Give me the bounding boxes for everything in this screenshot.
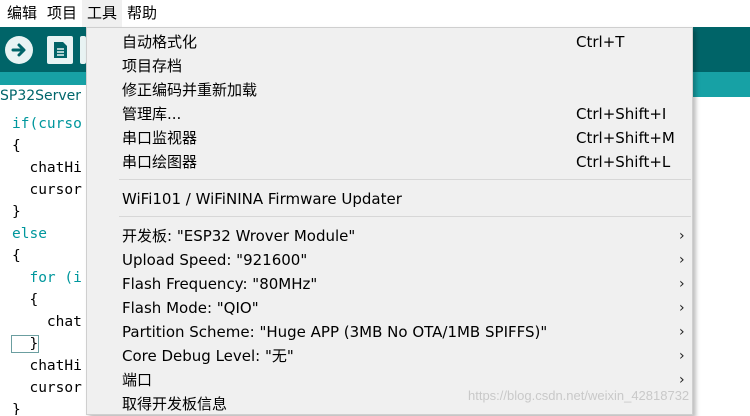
menu-help[interactable]: 帮助 xyxy=(122,0,162,27)
code-editor[interactable]: if(curso { chatHi cursor } else { for (i… xyxy=(0,108,90,415)
code-line: } xyxy=(10,335,40,353)
toolbar-right xyxy=(693,27,750,97)
menu-item-auto-format[interactable]: 自动格式化 Ctrl+T xyxy=(87,30,692,54)
menu-item-board[interactable]: 开发板: "ESP32 Wrover Module" › xyxy=(87,224,692,248)
shortcut-label: Ctrl+T xyxy=(576,33,625,51)
code-line: } xyxy=(12,204,21,220)
upload-button[interactable] xyxy=(5,36,33,64)
chevron-right-icon: › xyxy=(679,324,685,340)
arrow-right-icon xyxy=(11,43,26,57)
code-line: cursor xyxy=(12,182,82,198)
menu-item-upload-speed[interactable]: Upload Speed: "921600" › xyxy=(87,248,692,272)
shortcut-label: Ctrl+Shift+M xyxy=(576,129,675,147)
chevron-right-icon: › xyxy=(679,276,685,292)
new-sketch-button[interactable] xyxy=(47,36,73,64)
tools-dropdown-menu: 自动格式化 Ctrl+T 项目存档 修正编码并重新加载 管理库... Ctrl+… xyxy=(86,27,693,415)
menu-item-core-debug-level[interactable]: Core Debug Level: "无" › xyxy=(87,344,692,368)
menu-item-archive-sketch[interactable]: 项目存档 xyxy=(87,54,692,78)
shortcut-label: Ctrl+Shift+L xyxy=(576,153,671,171)
code-line: chatHi xyxy=(12,358,82,374)
chevron-right-icon: › xyxy=(679,228,685,244)
menu-separator xyxy=(119,216,691,217)
menu-tools[interactable]: 工具 xyxy=(82,0,123,27)
code-line: if(curso xyxy=(12,116,82,132)
code-line: } xyxy=(12,402,21,415)
code-line: for (i xyxy=(12,270,82,286)
tab-sketch[interactable]: SP32Server xyxy=(0,85,90,108)
code-line: chat xyxy=(12,314,82,330)
chevron-right-icon: › xyxy=(679,252,685,268)
menu-item-flash-frequency[interactable]: Flash Frequency: "80MHz" › xyxy=(87,272,692,296)
code-line: { xyxy=(12,138,21,154)
chevron-right-icon: › xyxy=(679,348,685,364)
code-line: cursor xyxy=(12,380,82,396)
code-line: chatHi xyxy=(12,160,82,176)
code-line: else xyxy=(12,226,47,242)
watermark: https://blog.csdn.net/weixin_42818732 xyxy=(468,388,690,403)
menu-edit[interactable]: 编辑 xyxy=(0,0,42,27)
menu-bar: 编辑 项目 工具 帮助 xyxy=(0,0,750,27)
code-line: { xyxy=(12,292,39,308)
shortcut-label: Ctrl+Shift+I xyxy=(576,105,667,123)
menu-item-flash-mode[interactable]: Flash Mode: "QIO" › xyxy=(87,296,692,320)
menu-item-partition-scheme[interactable]: Partition Scheme: "Huge APP (3MB No OTA/… xyxy=(87,320,692,344)
code-line: { xyxy=(12,248,21,264)
menu-sketch[interactable]: 项目 xyxy=(42,0,82,27)
document-icon xyxy=(54,42,67,58)
menu-item-serial-plotter[interactable]: 串口绘图器 Ctrl+Shift+L xyxy=(87,150,692,174)
menu-separator xyxy=(119,179,691,180)
menu-item-serial-monitor[interactable]: 串口监视器 Ctrl+Shift+M xyxy=(87,126,692,150)
menu-item-firmware-updater[interactable]: WiFi101 / WiFiNINA Firmware Updater xyxy=(87,187,692,211)
editor-right-area xyxy=(693,97,750,415)
menu-item-manage-libraries[interactable]: 管理库... Ctrl+Shift+I xyxy=(87,102,692,126)
menu-item-fix-encoding[interactable]: 修正编码并重新加载 xyxy=(87,78,692,102)
chevron-right-icon: › xyxy=(679,300,685,316)
